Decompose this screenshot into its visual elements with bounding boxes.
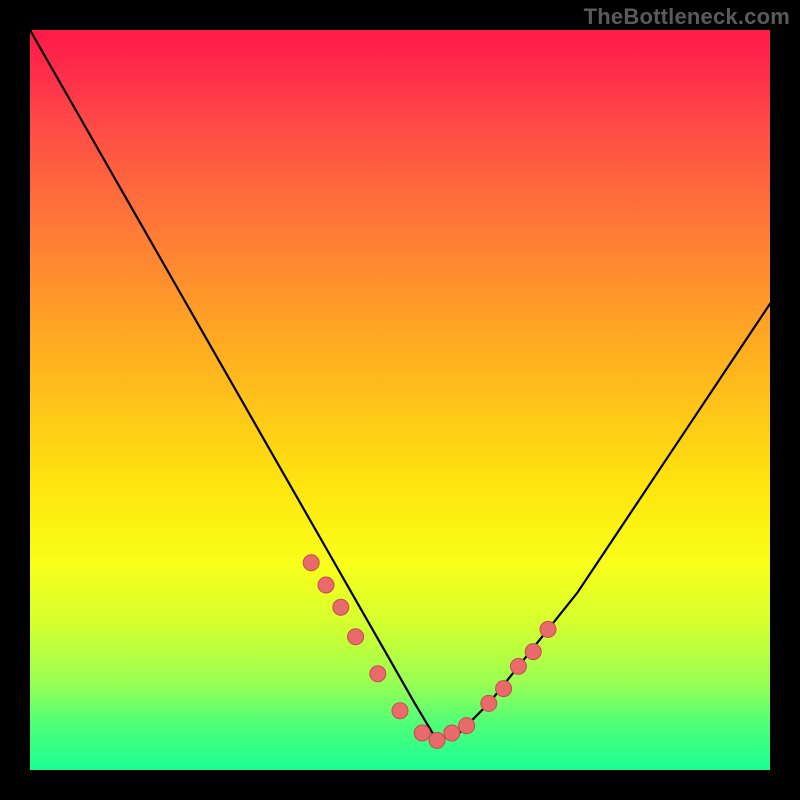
data-dot bbox=[348, 629, 364, 645]
data-dot bbox=[459, 718, 475, 734]
plot-area bbox=[30, 30, 770, 770]
data-dot bbox=[370, 666, 386, 682]
chart-stage: TheBottleneck.com bbox=[0, 0, 800, 800]
chart-overlay bbox=[30, 30, 770, 770]
data-dot bbox=[525, 644, 541, 660]
data-dot bbox=[333, 599, 349, 615]
data-dots bbox=[303, 555, 556, 749]
data-dot bbox=[429, 732, 445, 748]
data-dot bbox=[303, 555, 319, 571]
data-dot bbox=[540, 621, 556, 637]
watermark-text: TheBottleneck.com bbox=[584, 4, 790, 30]
data-dot bbox=[318, 577, 334, 593]
bottleneck-curve bbox=[30, 30, 770, 740]
data-dot bbox=[414, 725, 430, 741]
data-dot bbox=[510, 658, 526, 674]
data-dot bbox=[392, 703, 408, 719]
data-dot bbox=[496, 681, 512, 697]
data-dot bbox=[444, 725, 460, 741]
data-dot bbox=[481, 695, 497, 711]
